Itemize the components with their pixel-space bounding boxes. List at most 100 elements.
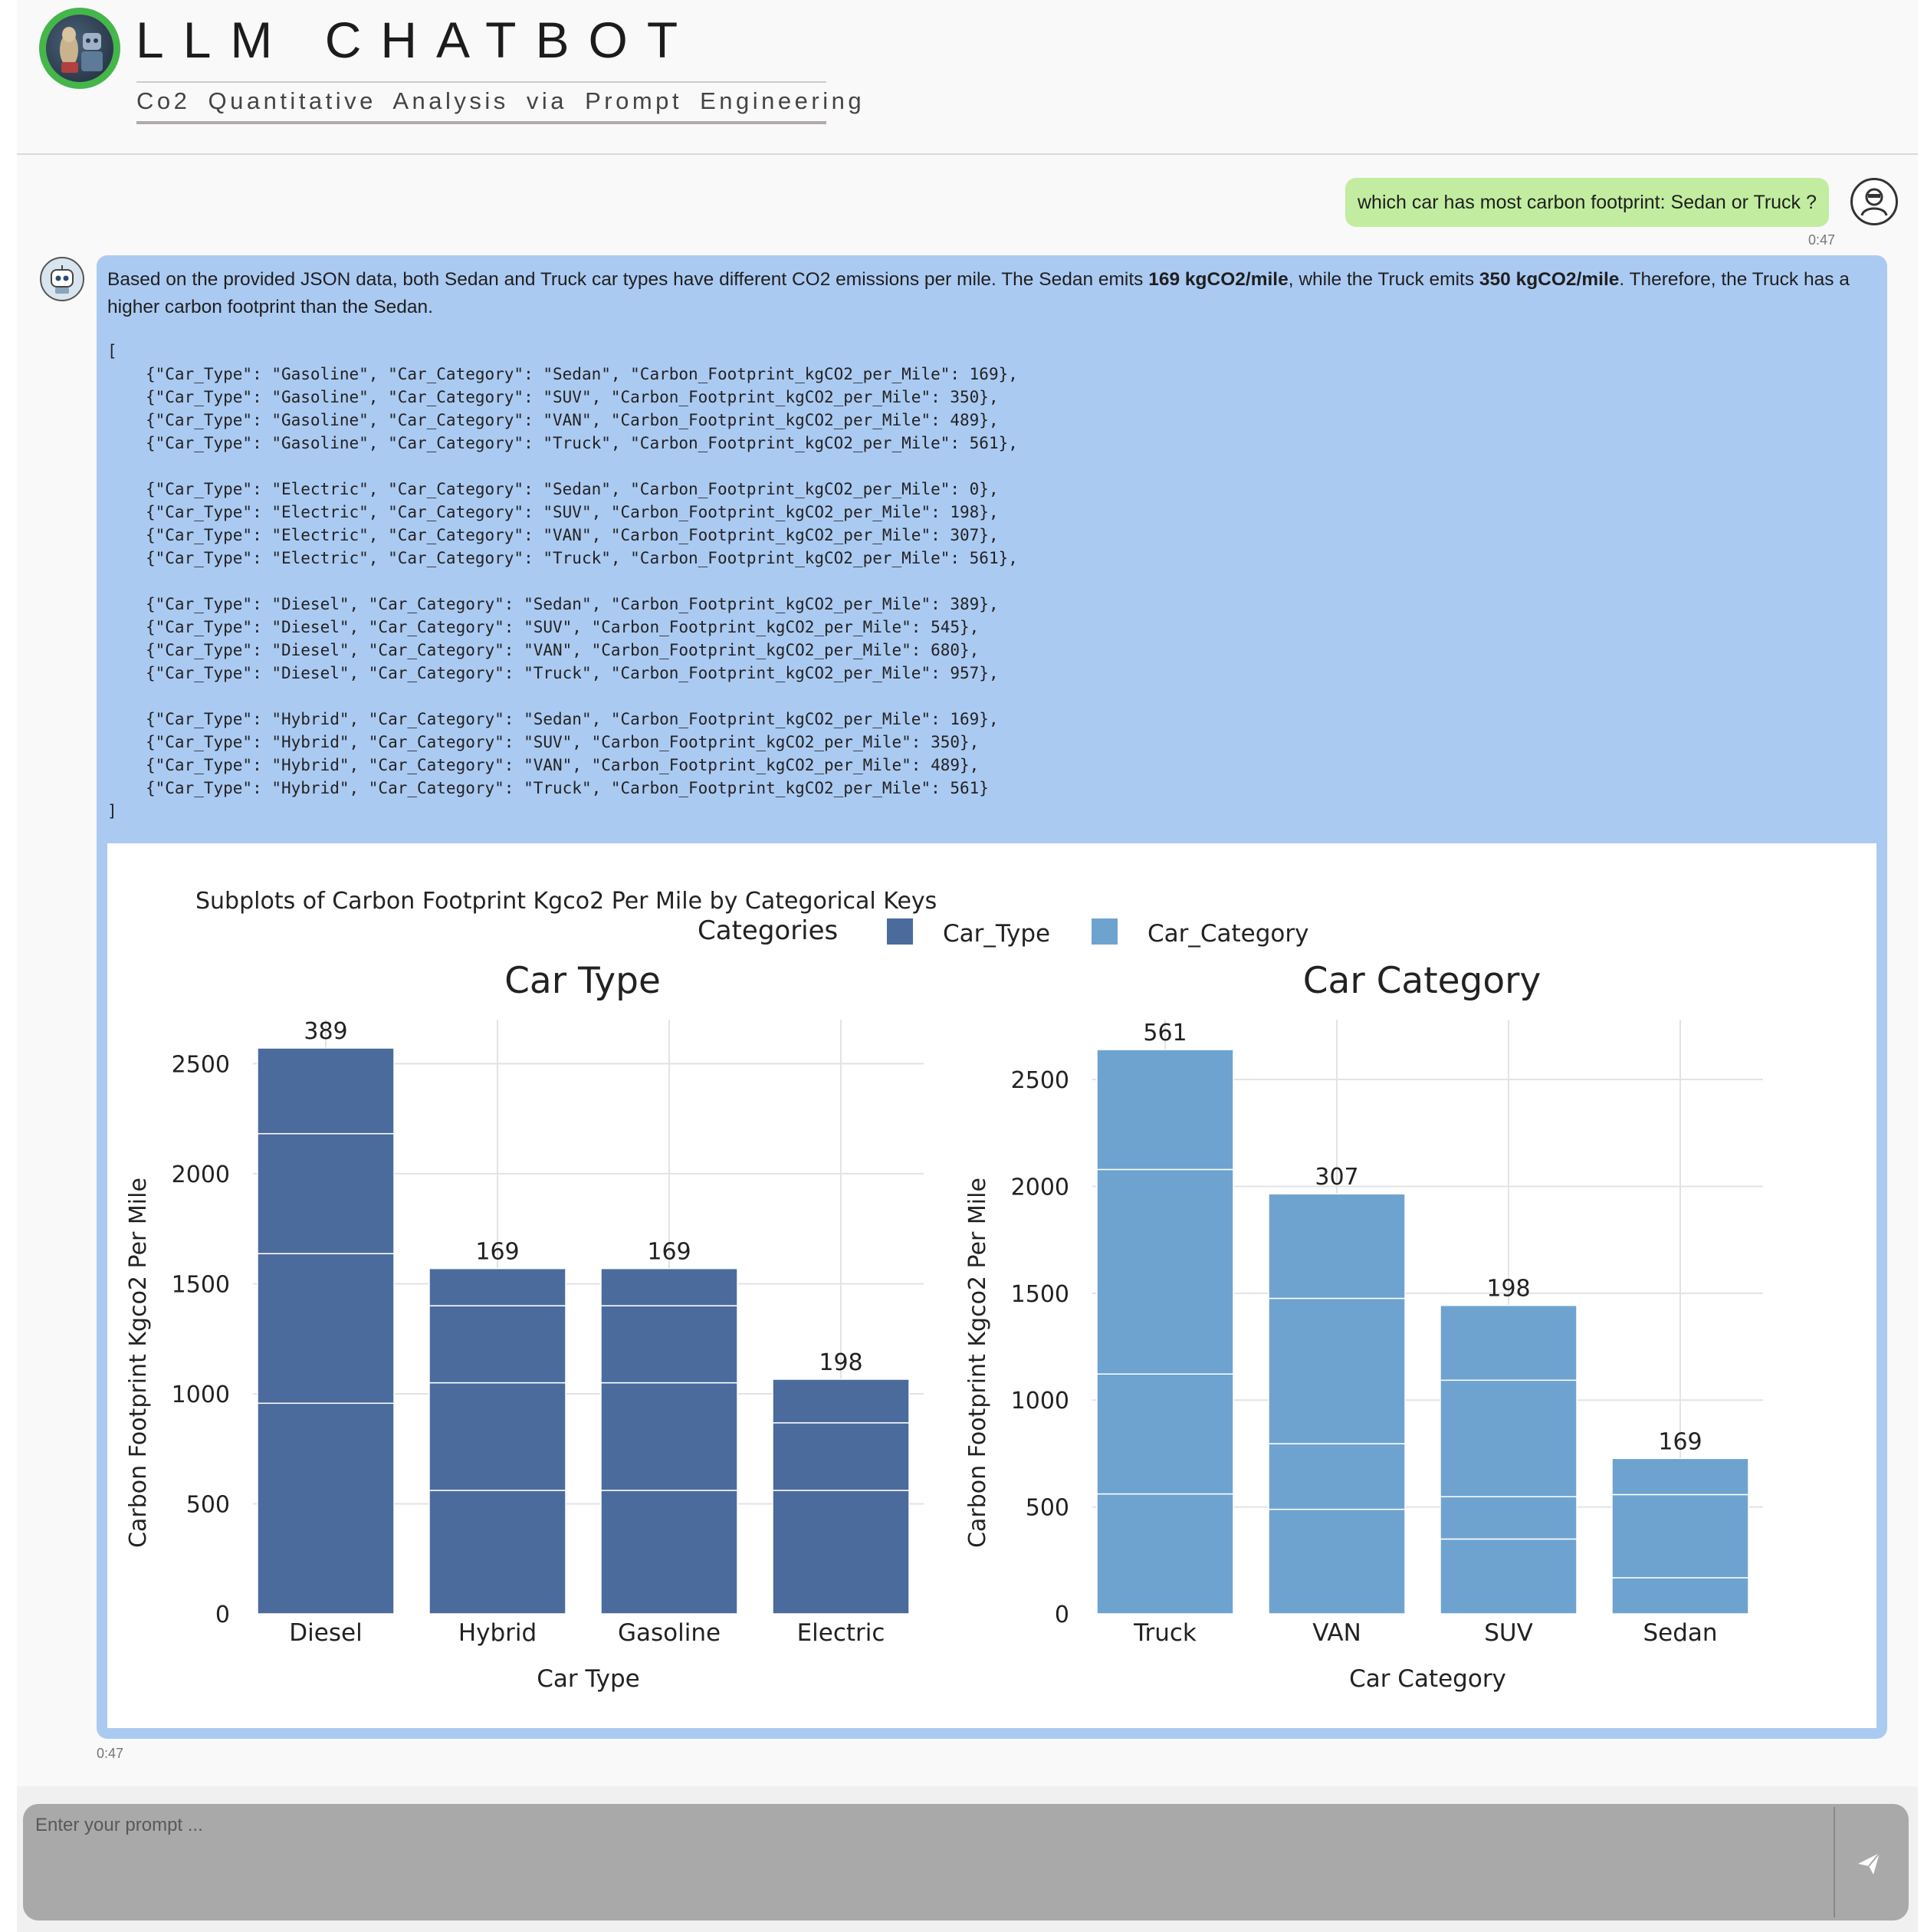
y-tick-label: 1000 [1011, 1388, 1069, 1414]
x-tick-label: Truck [1133, 1619, 1197, 1647]
bar-segment-gasoline [600, 1267, 738, 1306]
legend-swatch-car-category [1092, 918, 1118, 945]
bar-label-electric: 198 [819, 1349, 862, 1376]
bar-segment-electric [772, 1378, 910, 1424]
legend-title: Categories [698, 915, 838, 946]
code-line: {"Car_Type": "Gasoline", "Car_Category":… [146, 388, 999, 406]
bar-segment-electric [772, 1490, 910, 1615]
bar-segment-van [1268, 1193, 1406, 1300]
y-tick-label: 2000 [1011, 1174, 1069, 1201]
code-line: {"Car_Type": "Hybrid", "Car_Category": "… [146, 733, 980, 751]
code-line: {"Car_Type": "Diesel", "Car_Category": "… [146, 595, 999, 613]
code-line: {"Car_Type": "Hybrid", "Car_Category": "… [146, 756, 980, 774]
robot-avatar-icon [40, 257, 84, 301]
code-line: {"Car_Type": "Gasoline", "Car_Category":… [146, 365, 1018, 383]
x-tick-label: Hybrid [458, 1619, 537, 1647]
bot-message: Based on the provided JSON data, both Se… [97, 255, 1887, 1739]
bar-segment-diesel [257, 1253, 395, 1405]
y-tick-label: 1000 [172, 1382, 230, 1408]
bar-segment-suv [1440, 1538, 1578, 1615]
bar-segment-diesel [257, 1402, 395, 1615]
bar-segment-hybrid [428, 1305, 566, 1384]
bar-segment-hybrid [428, 1490, 566, 1615]
bar-segment-sedan [1611, 1577, 1749, 1615]
subplot-title-car-category: Car Category [1303, 960, 1541, 1002]
bar-segment-diesel [257, 1047, 395, 1135]
y-tick-label: 2000 [172, 1162, 230, 1188]
send-button[interactable] [1847, 1842, 1890, 1885]
llama-robot-logo-icon [39, 8, 120, 89]
page-subtitle: Co2 Quantitative Analysis via Prompt Eng… [136, 81, 862, 124]
y-tick-label: 2500 [172, 1051, 230, 1078]
subplot-title-car-type: Car Type [504, 960, 661, 1002]
x-tick-label: Electric [797, 1619, 885, 1647]
legend-swatch-car-type [887, 918, 913, 945]
bar-segment-gasoline [600, 1305, 738, 1384]
code-line: {"Car_Type": "Diesel", "Car_Category": "… [146, 618, 980, 636]
bar-segment-van [1268, 1297, 1406, 1444]
code-line: {"Car_Type": "Hybrid", "Car_Category": "… [146, 710, 999, 728]
chat-app: LLM CHATBOT Co2 Quantitative Analysis vi… [17, 0, 1918, 1932]
user-message: which car has most carbon footprint: Sed… [1345, 178, 1829, 227]
bar-segment-truck [1096, 1493, 1234, 1615]
bar-label-hybrid: 169 [475, 1239, 519, 1266]
answer-bold-truck: 350 kgCO2/mile [1479, 269, 1620, 290]
bar-segment-van [1268, 1443, 1406, 1510]
bar-segment-suv [1440, 1496, 1578, 1540]
user-avatar-icon [1850, 178, 1898, 225]
bar-label-gasoline: 169 [647, 1239, 691, 1266]
json-code-block: [{"Car_Type": "Gasoline", "Car_Category"… [107, 340, 1870, 823]
bar-label-diesel: 389 [304, 1018, 347, 1045]
bar-segment-suv [1440, 1304, 1578, 1382]
prompt-input[interactable] [23, 1804, 1840, 1921]
code-line: {"Car_Type": "Diesel", "Car_Category": "… [146, 641, 980, 659]
bar-segment-suv [1440, 1379, 1578, 1497]
y-tick-label: 500 [186, 1491, 230, 1518]
x-tick-label: VAN [1312, 1619, 1361, 1647]
y-tick-label: 0 [1055, 1602, 1069, 1628]
code-line: {"Car_Type": "Diesel", "Car_Category": "… [146, 664, 999, 682]
bar-segment-van [1268, 1508, 1406, 1615]
legend-label-car-type: Car_Type [943, 920, 1050, 948]
bar-segment-sedan [1611, 1457, 1749, 1496]
bar-segment-hybrid [428, 1382, 566, 1491]
x-tick-label: Gasoline [618, 1619, 721, 1647]
bot-message-time: 0:47 [97, 1746, 124, 1761]
divider [1834, 1807, 1835, 1917]
user-message-time: 0:47 [1808, 232, 1836, 248]
bar-label-truck: 561 [1143, 1020, 1187, 1046]
page-title: LLM CHATBOT [136, 12, 698, 68]
y-tick-label: 1500 [172, 1271, 230, 1298]
code-line: ] [107, 802, 117, 820]
legend-label-car-category: Car_Category [1148, 920, 1309, 948]
bar-segment-hybrid [428, 1267, 566, 1306]
figure-title: Subplots of Carbon Footprint Kgco2 Per M… [195, 888, 937, 915]
code-line: {"Car_Type": "Gasoline", "Car_Category":… [146, 411, 999, 429]
answer-text-part: Based on the provided JSON data, both Se… [107, 269, 1149, 290]
bot-answer-text: Based on the provided JSON data, both Se… [107, 266, 1878, 321]
y-axis-title-car-category: Carbon Footprint Kgco2 Per Mile [964, 1178, 991, 1548]
send-icon [1858, 1852, 1880, 1875]
answer-bold-sedan: 169 kgCO2/mile [1148, 269, 1289, 290]
bar-segment-truck [1096, 1373, 1234, 1495]
x-tick-label: SUV [1484, 1619, 1533, 1647]
bar-segment-gasoline [600, 1382, 738, 1491]
y-tick-label: 500 [1026, 1495, 1069, 1522]
chart-container: Subplots of Carbon Footprint Kgco2 Per M… [107, 843, 1876, 1728]
answer-text-part: , while the Truck emits [1288, 269, 1479, 290]
carbon-footprint-subplots: Subplots of Carbon Footprint Kgco2 Per M… [125, 888, 1763, 1693]
code-line: {"Car_Type": "Electric", "Car_Category":… [146, 503, 999, 521]
x-tick-label: Diesel [289, 1619, 362, 1647]
bar-label-suv: 198 [1486, 1276, 1530, 1303]
y-tick-label: 2500 [1011, 1067, 1069, 1094]
code-line: {"Car_Type": "Electric", "Car_Category":… [146, 549, 1018, 567]
x-axis-title-car-type: Car Type [537, 1665, 639, 1693]
code-line: {"Car_Type": "Electric", "Car_Category":… [146, 526, 999, 544]
x-tick-label: Sedan [1643, 1619, 1717, 1647]
code-line: {"Car_Type": "Hybrid", "Car_Category": "… [146, 779, 989, 797]
y-axis-title-car-type: Carbon Footprint Kgco2 Per Mile [125, 1178, 152, 1548]
bar-label-sedan: 169 [1658, 1428, 1702, 1455]
bar-segment-diesel [257, 1132, 395, 1254]
bar-segment-truck [1096, 1168, 1234, 1375]
bar-segment-electric [772, 1422, 910, 1491]
